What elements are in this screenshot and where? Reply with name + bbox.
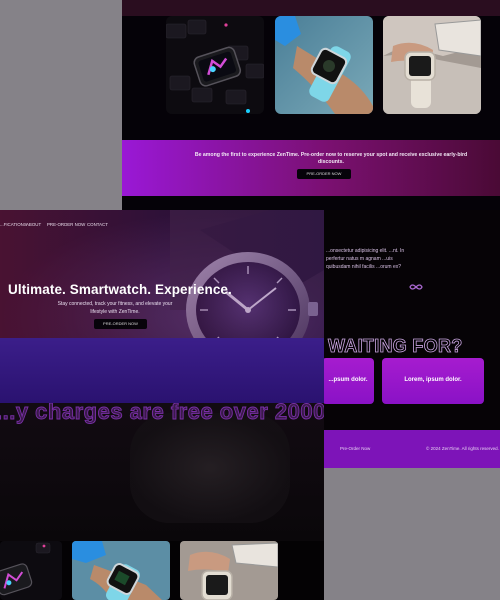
footer-copyright: © 2024 ZenTime. All rights reserved. <box>426 446 499 451</box>
preorder-banner: Be among the first to experience ZenTime… <box>122 140 500 196</box>
marquee-text: ...y charges are free over 2000 <box>0 403 324 424</box>
nav-link-about[interactable]: ABOUT <box>26 222 41 227</box>
banner-preorder-button[interactable]: PRE-ORDER NOW <box>297 169 351 179</box>
pricing-card-1[interactable]: ...psum dolor. <box>322 358 374 404</box>
hero-subtitle: Stay connected, track your fitness, and … <box>57 301 173 315</box>
nav-link-preorder[interactable]: PRE-ORDER NOW <box>47 222 85 227</box>
front-page: ...FICATIONS ABOUT PRE-ORDER NOW CONTACT… <box>0 210 324 600</box>
nav-link-specifications[interactable]: ...FICATIONS <box>0 222 27 227</box>
cta-heading: WAITING FOR? <box>328 336 463 357</box>
front-gallery-image-blue-wrist <box>72 541 170 600</box>
hero-preorder-button[interactable]: PRE-ORDER NOW <box>94 319 147 329</box>
pricing-card-2-label: Lorem, ipsum dolor. <box>404 377 462 383</box>
marquee-section: ...y charges are free over 2000 <box>0 403 324 541</box>
footer: Pre-Order Now © 2024 ZenTime. All rights… <box>322 430 500 468</box>
gallery-image-blue-wrist <box>275 16 373 114</box>
hero-floor <box>0 338 324 403</box>
front-gallery-image-keyboard-watch <box>0 541 62 600</box>
front-gallery <box>0 541 324 600</box>
marquee-background-watch <box>130 413 290 523</box>
hero-title: Ultimate. Smartwatch. Experience. <box>8 282 232 297</box>
back-page-middle: ...onsectetur adipisicing elit. ...nt. I… <box>322 210 500 468</box>
gallery-image-keyboard-watch <box>166 16 264 114</box>
features-text: ...onsectetur adipisicing elit. ...nt. I… <box>326 248 405 270</box>
back-page-top: Be among the first to experience ZenTime… <box>122 0 500 210</box>
footer-preorder-link[interactable]: Pre-Order Now <box>340 446 370 451</box>
banner-text: Be among the first to experience ZenTime… <box>194 152 468 165</box>
zentime-logo-icon <box>408 282 424 292</box>
pricing-card-2[interactable]: Lorem, ipsum dolor. <box>382 358 484 404</box>
pricing-card-1-label: ...psum dolor. <box>328 377 368 383</box>
front-gallery-image-white-watch <box>180 541 278 600</box>
gallery-image-white-watch <box>383 16 481 114</box>
hero-section: ...FICATIONS ABOUT PRE-ORDER NOW CONTACT… <box>0 210 324 403</box>
nav-link-contact[interactable]: CONTACT <box>87 222 108 227</box>
top-strip <box>122 0 500 16</box>
nav-bar: ...FICATIONS ABOUT PRE-ORDER NOW CONTACT <box>0 222 324 230</box>
